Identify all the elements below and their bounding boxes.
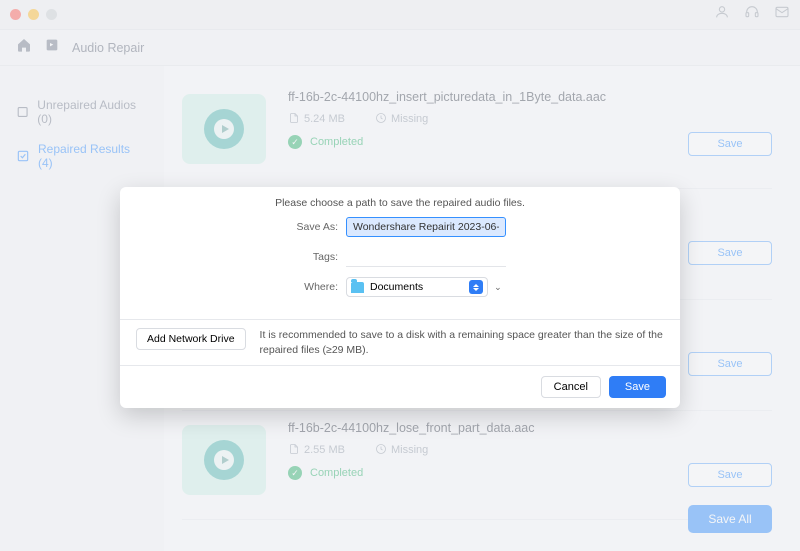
save-as-label: Save As:	[136, 221, 346, 233]
add-network-drive-button[interactable]: Add Network Drive	[136, 328, 246, 350]
dialog-message: Please choose a path to save the repaire…	[120, 197, 680, 209]
dialog-save-button[interactable]: Save	[609, 376, 666, 398]
cancel-button[interactable]: Cancel	[541, 376, 601, 398]
save-dialog: Please choose a path to save the repaire…	[120, 187, 680, 408]
tags-input[interactable]	[346, 247, 506, 267]
folder-icon	[351, 282, 364, 293]
where-select[interactable]: Documents	[346, 277, 488, 297]
recommendation-text: It is recommended to save to a disk with…	[260, 328, 664, 357]
stepper-icon	[469, 280, 483, 294]
where-label: Where:	[136, 281, 346, 293]
expand-icon[interactable]: ⌄	[494, 282, 502, 293]
save-as-input[interactable]	[346, 217, 506, 237]
tags-label: Tags:	[136, 251, 346, 263]
